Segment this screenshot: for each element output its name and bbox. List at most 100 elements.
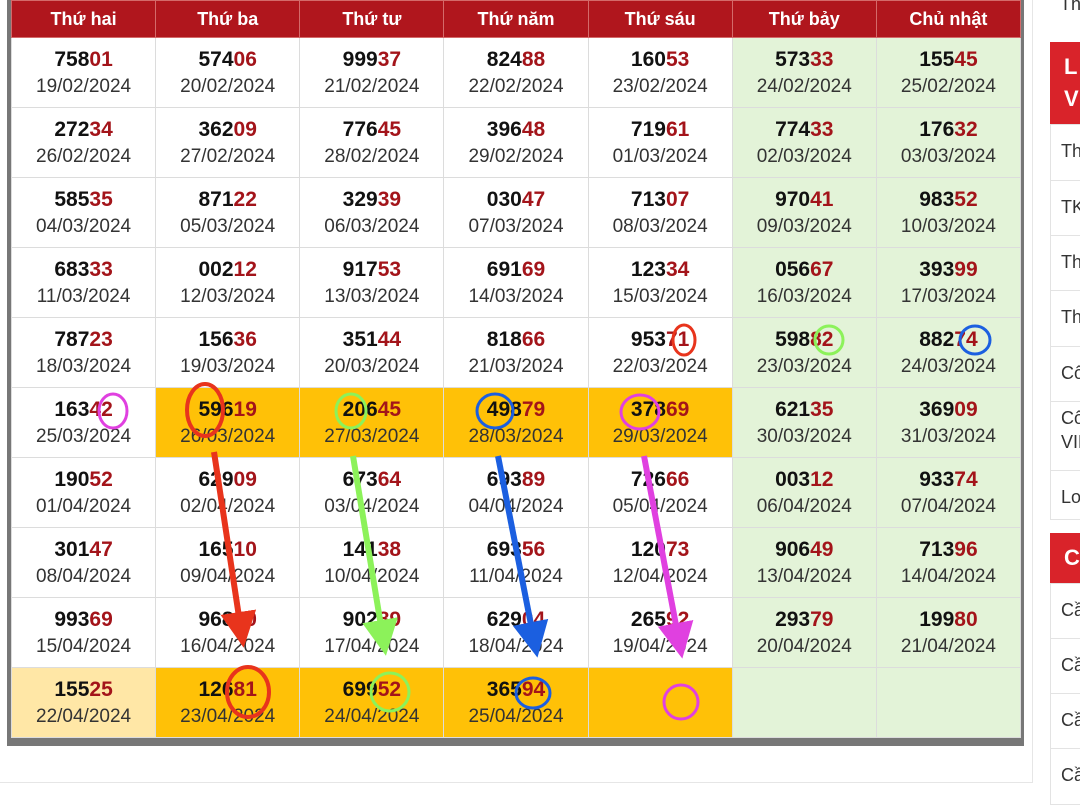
result-cell: 03047 07/03/2024 bbox=[443, 177, 589, 248]
result-cell: 57406 20/02/2024 bbox=[155, 37, 301, 108]
sidebar-link-label: Cô bbox=[1061, 408, 1080, 428]
result-cell: 90649 13/04/2024 bbox=[731, 527, 877, 598]
result-number-head: 882 bbox=[919, 327, 955, 351]
sidebar-link[interactable]: Cầ bbox=[1050, 693, 1080, 750]
result-number-tail: 41 bbox=[810, 187, 834, 211]
result-date: 19/02/2024 bbox=[36, 75, 132, 97]
result-number: 17632 bbox=[877, 116, 1020, 144]
result-number-head: 933 bbox=[919, 467, 955, 491]
result-number-tail: 44 bbox=[377, 327, 402, 351]
result-cell: 99937 21/02/2024 bbox=[299, 37, 445, 108]
sidebar-link[interactable]: Cầ bbox=[1050, 583, 1080, 640]
result-number-tail: 49 bbox=[810, 537, 834, 561]
result-number-head: 378 bbox=[630, 397, 666, 421]
result-number-tail: 66 bbox=[665, 467, 690, 491]
result-cell: 12073 12/04/2024 bbox=[587, 527, 733, 598]
result-number-head: 585 bbox=[54, 187, 90, 211]
result-number-head: 002 bbox=[198, 257, 234, 281]
sidebar-link[interactable]: Th bbox=[1050, 290, 1080, 348]
result-number-head: 818 bbox=[486, 327, 522, 351]
result-cell: 99369 15/04/2024 bbox=[10, 597, 157, 668]
result-date: 21/02/2024 bbox=[324, 75, 420, 97]
result-number-head: 673 bbox=[342, 467, 378, 491]
result-number: 69356 bbox=[444, 536, 587, 564]
sidebar-link[interactable]: Cầ bbox=[1050, 748, 1080, 805]
sidebar-link[interactable]: Th bbox=[1050, 235, 1080, 292]
result-date: 12/04/2024 bbox=[612, 565, 708, 587]
result-date: 24/03/2024 bbox=[900, 355, 996, 377]
result-number: 75801 bbox=[12, 46, 155, 74]
result-cell bbox=[875, 667, 1022, 738]
sidebar-link[interactable]: TK bbox=[1050, 180, 1080, 237]
result-number-head: 621 bbox=[775, 397, 811, 421]
result-date: 21/04/2024 bbox=[900, 635, 996, 657]
result-cell: 19052 01/04/2024 bbox=[10, 457, 157, 528]
sidebar-link[interactable]: Lo bbox=[1050, 470, 1080, 520]
result-number-tail: 12 bbox=[810, 467, 834, 491]
result-cell: 88274 24/03/2024 bbox=[875, 317, 1022, 388]
sidebar-link[interactable]: Cô bbox=[1050, 346, 1080, 403]
result-number-head: 774 bbox=[775, 117, 811, 141]
result-number-tail: 67 bbox=[810, 257, 834, 281]
result-number: 69389 bbox=[444, 466, 587, 494]
table-row: 78723 18/03/2024 15636 19/03/2024 35144 20/03… bbox=[10, 317, 1022, 388]
result-cell: 14138 10/04/2024 bbox=[299, 527, 445, 598]
result-number: 97041 bbox=[733, 186, 876, 214]
result-cell: 00312 06/04/2024 bbox=[731, 457, 877, 528]
result-number: 90289 bbox=[300, 606, 443, 634]
result-number: 96880 bbox=[156, 606, 299, 634]
result-number: 72666 bbox=[589, 466, 732, 494]
result-number-tail: 64 bbox=[377, 467, 402, 491]
table-row: 75801 19/02/2024 57406 20/02/2024 99937 21/02… bbox=[10, 37, 1022, 108]
result-number-head: 206 bbox=[342, 397, 378, 421]
result-cell: 39399 17/03/2024 bbox=[875, 247, 1022, 318]
result-date: 18/04/2024 bbox=[468, 635, 564, 657]
result-cell: 05667 16/03/2024 bbox=[731, 247, 877, 318]
result-cell: 71396 14/04/2024 bbox=[875, 527, 1022, 598]
result-number: 03047 bbox=[444, 186, 587, 214]
result-date: 09/03/2024 bbox=[756, 215, 852, 237]
result-number-tail: 32 bbox=[954, 117, 978, 141]
result-number: 16342 bbox=[12, 396, 155, 424]
result-number-tail: 69 bbox=[665, 397, 690, 421]
result-number-head: 917 bbox=[342, 257, 378, 281]
result-date: 03/03/2024 bbox=[900, 145, 996, 167]
sidebar-link[interactable]: Cầ bbox=[1050, 638, 1080, 695]
result-cell: 93374 07/04/2024 bbox=[875, 457, 1022, 528]
sidebar-link-label: TK bbox=[1061, 197, 1080, 217]
result-date: 25/02/2024 bbox=[900, 75, 996, 97]
result-date: 15/03/2024 bbox=[612, 285, 708, 307]
result-number-head: 983 bbox=[919, 187, 955, 211]
result-date: 27/02/2024 bbox=[180, 145, 276, 167]
result-date: 22/04/2024 bbox=[36, 705, 132, 727]
result-number: 59619 bbox=[156, 396, 299, 424]
result-number-head: 598 bbox=[775, 327, 811, 351]
result-date: 01/03/2024 bbox=[612, 145, 708, 167]
result-cell: 90289 17/04/2024 bbox=[299, 597, 445, 668]
result-number-tail: 52 bbox=[89, 467, 113, 491]
result-cell: 35144 20/03/2024 bbox=[299, 317, 445, 388]
result-number-tail: 37 bbox=[377, 47, 402, 71]
result-number: 36909 bbox=[877, 396, 1020, 424]
result-number-tail: 52 bbox=[377, 677, 402, 701]
result-number: 99937 bbox=[300, 46, 443, 74]
result-date: 20/04/2024 bbox=[756, 635, 852, 657]
result-number: 99369 bbox=[12, 606, 155, 634]
result-date: 28/03/2024 bbox=[468, 425, 564, 447]
result-date: 29/02/2024 bbox=[468, 145, 564, 167]
result-date: 01/04/2024 bbox=[36, 495, 132, 517]
result-date: 21/03/2024 bbox=[468, 355, 564, 377]
table-row: 27234 26/02/2024 36209 27/02/2024 77645 28/02… bbox=[10, 107, 1022, 178]
result-number-tail: 25 bbox=[89, 677, 113, 701]
result-cell: 95371 22/03/2024 bbox=[587, 317, 733, 388]
result-number: 36209 bbox=[156, 116, 299, 144]
sidebar-link[interactable]: Th bbox=[1050, 124, 1080, 182]
result-number: 59882 bbox=[733, 326, 876, 354]
result-cell: 26592 19/04/2024 bbox=[587, 597, 733, 668]
result-date: 19/04/2024 bbox=[612, 635, 708, 657]
result-number: 15525 bbox=[12, 676, 155, 704]
result-cell: 71307 08/03/2024 bbox=[587, 177, 733, 248]
result-cell: 81866 21/03/2024 bbox=[443, 317, 589, 388]
sidebar-link[interactable]: Cô VIP bbox=[1050, 401, 1080, 472]
result-number: 27234 bbox=[12, 116, 155, 144]
